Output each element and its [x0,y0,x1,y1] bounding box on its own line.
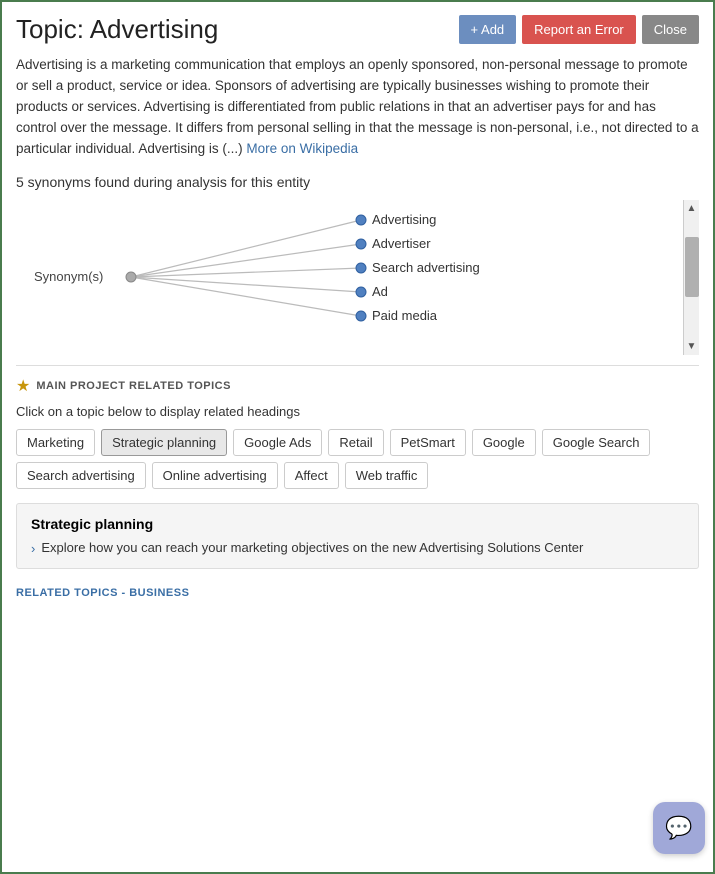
page-header: Topic: Advertising + Add Report an Error… [16,14,699,45]
tag-marketing[interactable]: Marketing [16,429,95,456]
topic-detail: Strategic planning › Explore how you can… [16,503,699,569]
tags-container: Marketing Strategic planning Google Ads … [16,429,699,489]
report-error-button[interactable]: Report an Error [522,15,636,44]
tag-petsmart[interactable]: PetSmart [390,429,466,456]
description-text: Advertising is a marketing communication… [16,55,699,160]
tag-google-search[interactable]: Google Search [542,429,651,456]
scroll-down-arrow[interactable]: ▼ [687,338,697,355]
click-hint: Click on a topic below to display relate… [16,404,699,419]
tag-online-advertising[interactable]: Online advertising [152,462,278,489]
svg-text:Search advertising: Search advertising [372,260,480,275]
tag-search-advertising[interactable]: Search advertising [16,462,146,489]
related-topics-label: MAIN PROJECT RELATED TOPICS [36,380,231,392]
add-button[interactable]: + Add [459,15,517,44]
chat-button[interactable]: 💬 [653,802,705,854]
svg-text:Paid media: Paid media [372,308,438,323]
tag-web-traffic[interactable]: Web traffic [345,462,429,489]
star-icon: ★ [16,376,30,396]
topic-detail-title: Strategic planning [31,516,684,532]
svg-text:Synonym(s): Synonym(s) [34,269,103,284]
synonym-svg: Synonym(s) Advertising Advertiser Search… [16,200,699,355]
related-business-label: RELATED TOPICS - BUSINESS [16,587,189,599]
scrollbar[interactable]: ▲ ▼ [683,200,699,355]
tag-strategic-planning[interactable]: Strategic planning [101,429,227,456]
wikipedia-link[interactable]: More on Wikipedia [246,141,358,156]
chat-icon: 💬 [665,815,692,841]
svg-text:Advertiser: Advertiser [372,236,431,251]
tag-retail[interactable]: Retail [328,429,383,456]
page-title: Topic: Advertising [16,14,218,45]
tag-google[interactable]: Google [472,429,536,456]
close-button[interactable]: Close [642,15,699,44]
svg-text:Ad: Ad [372,284,388,299]
synonyms-header: 5 synonyms found during analysis for thi… [16,174,699,190]
header-buttons: + Add Report an Error Close [459,15,699,44]
related-topics-header: ★ MAIN PROJECT RELATED TOPICS [16,376,699,396]
scroll-up-arrow[interactable]: ▲ [687,200,697,217]
svg-text:Advertising: Advertising [372,212,436,227]
scrollbar-thumb[interactable] [685,237,699,297]
synonyms-diagram: Synonym(s) Advertising Advertiser Search… [16,200,699,355]
topic-detail-item: › Explore how you can reach your marketi… [31,540,684,556]
section-divider-1 [16,365,699,366]
related-topics-section: ★ MAIN PROJECT RELATED TOPICS Click on a… [16,376,699,569]
chevron-right-icon: › [31,541,35,556]
tag-google-ads[interactable]: Google Ads [233,429,322,456]
synonyms-section: 5 synonyms found during analysis for thi… [16,174,699,355]
tag-affect[interactable]: Affect [284,462,339,489]
related-business-section: RELATED TOPICS - BUSINESS [16,583,699,599]
